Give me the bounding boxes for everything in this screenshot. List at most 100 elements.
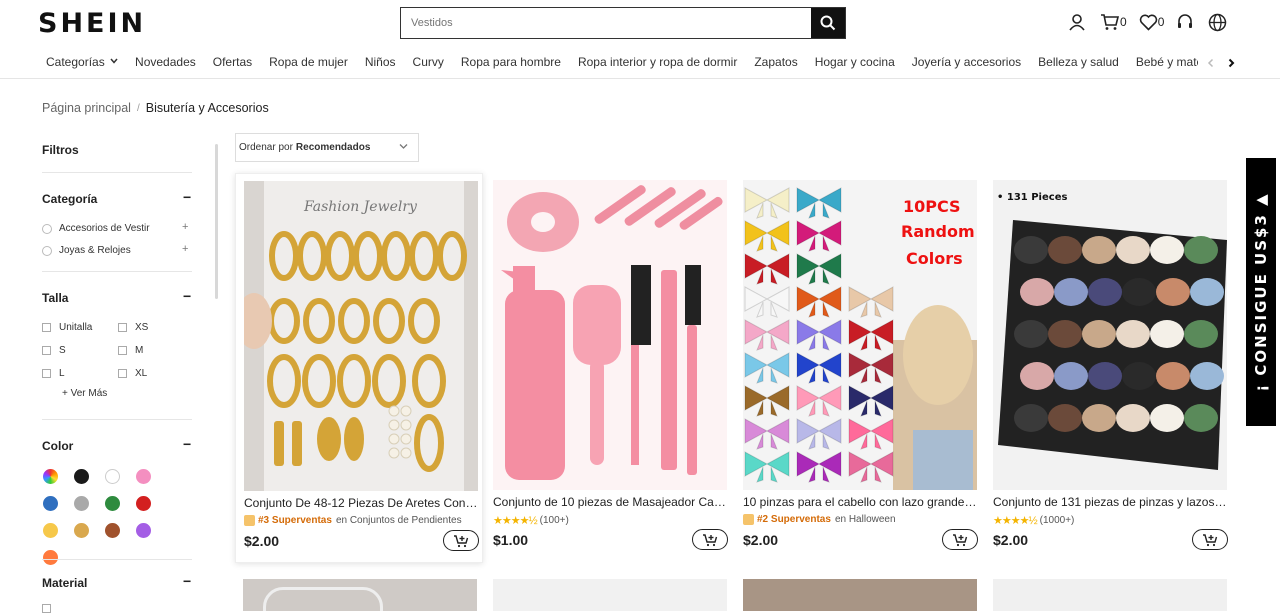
product-card[interactable]: • 131 Pieces Conjunto de 131 piezas de p… [985,173,1233,563]
color-swatch[interactable] [105,469,120,484]
color-swatch[interactable] [105,496,120,511]
collapse-color-icon[interactable]: − [183,436,191,452]
radio-button[interactable] [42,223,52,234]
support-button[interactable] [1176,12,1194,32]
size-option[interactable]: L [42,368,65,379]
color-swatch[interactable] [105,523,120,538]
add-to-cart-button[interactable] [942,529,978,550]
product-image[interactable]: • 131 Pieces [993,180,1227,490]
product-image-next[interactable] [493,579,727,611]
bestseller-rank[interactable]: #3 Superventas en Conjuntos de Pendiente… [244,515,462,526]
product-image-next[interactable] [993,579,1227,611]
expand-icon[interactable]: + [182,243,188,255]
color-swatch[interactable] [74,469,89,484]
expand-icon[interactable]: + [182,221,188,233]
checkbox[interactable] [118,369,127,378]
checkbox[interactable] [42,369,51,378]
promo-coupon-tab[interactable]: ¡ CONSIGUE US$3 ▲ [1246,158,1276,426]
color-swatch[interactable] [136,496,151,511]
product-image[interactable] [493,180,727,490]
sort-value: Recomendados [295,142,371,153]
nav-item-ropa-mujer[interactable]: Ropa de mujer [269,55,348,69]
checkbox[interactable] [42,323,51,332]
color-swatch[interactable] [43,469,58,484]
product-title[interactable]: Conjunto de 131 piezas de pinzas y lazos… [993,495,1229,509]
rank-category: en Halloween [834,514,896,525]
color-swatch[interactable] [43,550,58,565]
color-swatch[interactable] [74,523,89,538]
product-card[interactable]: 10PCS Random Colors 10 pinzas para el cabe… [735,173,983,563]
nav-item-zapatos[interactable]: Zapatos [754,55,797,69]
product-image[interactable]: 10PCS Random Colors [743,180,977,490]
bestseller-rank[interactable]: #2 Superventas en Halloween [743,514,896,525]
product-image[interactable]: Fashion Jewelry [244,181,478,491]
checkbox[interactable] [118,346,127,355]
color-swatch[interactable] [43,496,58,511]
nav-item-ropa-hombre[interactable]: Ropa para hombre [461,55,561,69]
nav-item-hogar[interactable]: Hogar y cocina [815,55,895,69]
product-price: $2.00 [743,532,779,548]
account-button[interactable] [1068,12,1086,32]
category-option[interactable]: Accesorios de Vestir [42,223,150,234]
color-swatch[interactable] [74,496,89,511]
nav-item-joyeria[interactable]: Joyería y accesorios [912,55,1021,69]
logo[interactable]: SHEIN [38,8,146,39]
chevron-left-icon[interactable] [1206,58,1216,68]
color-swatch[interactable] [136,469,151,484]
search-button[interactable] [811,8,845,38]
size-option[interactable]: XS [118,322,148,333]
color-swatch[interactable] [43,523,58,538]
nav-item-categorias[interactable]: Categorías [46,55,118,69]
nav-item-ropa-interior[interactable]: Ropa interior y ropa de dormir [578,55,737,69]
rank-icon [743,514,754,525]
add-cart-icon [454,534,469,547]
product-title[interactable]: 10 pinzas para el cabello con lazo grand… [743,495,979,509]
heart-icon [1139,14,1157,31]
product-image-next[interactable] [243,579,477,611]
product-title[interactable]: Conjunto de 10 piezas de Masajeador Capi… [493,495,729,509]
checkbox[interactable] [42,604,51,613]
product-image-next[interactable] [743,579,977,611]
add-to-cart-button[interactable] [1192,529,1228,550]
filter-material-title[interactable]: Material [42,576,87,590]
nav-item-curvy[interactable]: Curvy [413,55,444,69]
header: SHEIN 0 0 [0,0,1280,44]
add-to-cart-button[interactable] [692,529,728,550]
sort-dropdown[interactable]: Ordenar por Recomendados [235,133,419,162]
collapse-size-icon[interactable]: − [183,288,191,304]
language-button[interactable] [1208,12,1227,32]
add-to-cart-button[interactable] [443,530,479,551]
size-option[interactable]: S [42,345,66,356]
size-option[interactable]: M [118,345,143,356]
radio-button[interactable] [42,245,52,256]
checkbox[interactable] [118,323,127,332]
nav-items: Categorías Novedades Ofertas Ropa de muj… [46,55,1254,69]
filter-size-title[interactable]: Talla [42,291,68,305]
nav-item-ofertas[interactable]: Ofertas [213,55,252,69]
cart-button[interactable]: 0 [1100,12,1127,32]
scrunchie-shape [1020,278,1054,306]
filter-category-title[interactable]: Categoría [42,192,97,206]
collapse-category-icon[interactable]: − [183,189,191,205]
breadcrumb-home[interactable]: Página principal [42,101,131,115]
checkbox[interactable] [42,346,51,355]
sidebar-scrollbar[interactable] [215,144,218,299]
see-more-link[interactable]: + Ver Más [62,388,107,399]
collapse-material-icon[interactable]: − [183,573,191,589]
category-option[interactable]: Joyas & Relojes [42,245,131,256]
size-option[interactable]: XL [118,368,147,379]
color-swatch[interactable] [136,523,151,538]
nav-item-novedades[interactable]: Novedades [135,55,196,69]
nav-arrows [1198,54,1242,72]
product-card[interactable]: Fashion Jewelry Conjunto De 48-12 Piezas… [235,173,483,563]
chevron-right-icon[interactable] [1226,58,1236,68]
wishlist-button[interactable]: 0 [1139,12,1164,32]
product-card[interactable]: Conjunto de 10 piezas de Masajeador Capi… [485,173,733,563]
nav-item-ninos[interactable]: Niños [365,55,396,69]
nav-item-belleza[interactable]: Belleza y salud [1038,55,1119,69]
size-option[interactable]: Unitalla [42,322,92,333]
search-input[interactable] [401,8,811,38]
filter-color-title[interactable]: Color [42,439,73,453]
review-count: (100+) [539,515,569,526]
product-title[interactable]: Conjunto De 48-12 Piezas De Aretes Con P… [244,496,480,510]
